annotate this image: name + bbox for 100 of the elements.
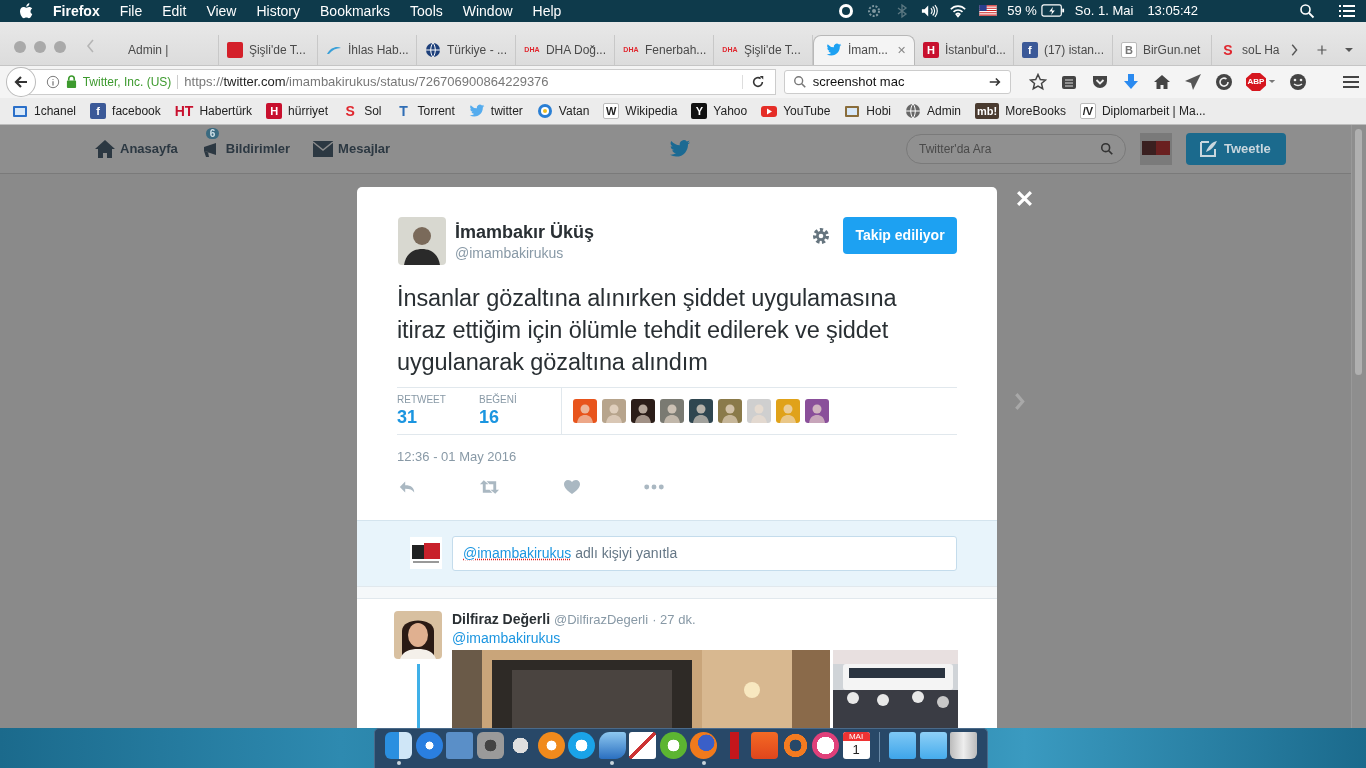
bookmark-item[interactable]: f facebook <box>90 102 161 119</box>
site-logo: f <box>90 102 107 119</box>
app-icon[interactable] <box>568 732 595 759</box>
app-icon[interactable] <box>537 732 565 759</box>
author-name[interactable]: İmambakır Üküş <box>455 221 811 243</box>
caret-icon[interactable] <box>1344 46 1354 53</box>
scrollbar[interactable] <box>1351 124 1366 728</box>
site-identity[interactable]: Twitter, Inc. (US) <box>82 74 179 89</box>
search-field[interactable]: screenshot mac <box>783 69 1011 94</box>
mail-icon <box>312 138 335 159</box>
menu-item[interactable]: Window <box>462 3 513 19</box>
bookmark-item[interactable]: Hobi <box>844 102 891 119</box>
app-icon[interactable] <box>659 732 687 759</box>
face-icon[interactable] <box>837 3 856 19</box>
bookmark-item[interactable]: Y Yahoo <box>691 102 748 119</box>
menu-item[interactable]: Help <box>532 3 562 19</box>
reload-icon[interactable] <box>741 74 765 89</box>
flag-icon[interactable] <box>979 5 998 17</box>
bookmark-item[interactable]: mb! MoreBooks <box>975 102 1066 119</box>
list-icon[interactable] <box>1338 3 1356 19</box>
avatar <box>410 537 442 570</box>
tweet-button[interactable]: Tweetle <box>1186 132 1286 165</box>
back-button[interactable] <box>6 66 36 97</box>
info-icon[interactable] <box>45 74 60 89</box>
browser-tab[interactable]: İmam... ✕ <box>812 34 915 65</box>
app-icon[interactable] <box>919 732 947 759</box>
twitter-search-field[interactable]: Twitter'da Ara <box>906 133 1126 164</box>
volume-icon[interactable] <box>921 3 940 19</box>
menu-item[interactable]: Tools <box>410 3 443 19</box>
send-icon[interactable] <box>1184 72 1202 91</box>
app-icon[interactable] <box>598 732 626 759</box>
avatar[interactable] <box>689 398 713 423</box>
app-icon[interactable] <box>629 732 656 759</box>
menu-item[interactable]: File <box>119 3 143 19</box>
bookmark-item[interactable]: Admin <box>905 102 961 119</box>
settings-icon[interactable] <box>811 225 831 246</box>
author-name[interactable]: Dilfiraz Değerli <box>452 610 551 627</box>
caret-icon[interactable] <box>1268 79 1276 85</box>
reply-field[interactable]: @imambakirukus adlı kişiyi yanıtla <box>452 535 957 571</box>
browser-tab[interactable]: H İstanbul'd... <box>914 34 1014 65</box>
browser-tab[interactable]: Türkiye - ... <box>416 34 516 65</box>
nav-link[interactable]: Mesajlar <box>312 128 391 159</box>
site-logo: S <box>1222 41 1234 58</box>
menu-clock[interactable]: 13:05:42 <box>1147 3 1198 19</box>
search-icon[interactable] <box>1298 3 1316 19</box>
browser-tab[interactable]: Şişli'de T... <box>218 34 318 65</box>
menu-date[interactable]: So. 1. Mai <box>1074 3 1134 19</box>
site-logo: S <box>344 102 356 119</box>
menu-item[interactable]: View <box>206 3 237 19</box>
download-icon[interactable] <box>1122 72 1140 91</box>
site-logo: mb! <box>975 102 1000 119</box>
bookmark-item[interactable]: H hürriyet <box>266 102 329 119</box>
site-logo: T <box>398 102 409 119</box>
avatar[interactable] <box>398 216 446 265</box>
site-logo: f <box>1021 41 1038 58</box>
app-icon[interactable] <box>812 732 839 759</box>
star-icon[interactable] <box>1029 72 1047 91</box>
apple-icon[interactable] <box>19 3 33 19</box>
app-icon[interactable] <box>385 732 412 759</box>
address-bar[interactable]: Twitter, Inc. (US) https://twitter.com/imambakirukus/status/726706900864229376 <box>27 68 776 95</box>
site-logo: H <box>266 102 283 119</box>
browser-tab[interactable]: f (17) istan... <box>1013 34 1113 65</box>
menu-item[interactable]: Bookmarks <box>320 3 391 19</box>
app-icon[interactable] <box>950 732 977 759</box>
bookmark-item[interactable]: twitter <box>468 102 523 119</box>
browser-tab[interactable]: S soL Ha <box>1211 34 1285 65</box>
home-icon <box>94 138 116 159</box>
browser-tab[interactable]: İhlas Hab... <box>317 34 417 65</box>
nav-link[interactable]: 6 Bildirimler <box>199 128 291 159</box>
history-icon[interactable] <box>1215 72 1233 91</box>
browser-tab[interactable]: B BirGun.net <box>1112 34 1212 65</box>
app-icon[interactable] <box>415 732 443 759</box>
bookmark-item[interactable]: HT Habertürk <box>174 102 253 119</box>
bookmark-item[interactable]: Vatan <box>536 102 590 119</box>
home-icon[interactable] <box>1153 72 1171 91</box>
bookmark-item[interactable]: /V Diplomarbeit | Ma... <box>1079 102 1206 119</box>
nav-link[interactable]: Anasayfa <box>94 128 178 159</box>
battery-percent[interactable]: 59 % <box>1007 3 1037 19</box>
wifi-icon[interactable] <box>949 3 968 19</box>
bookmark-item[interactable]: W Wikipedia <box>603 102 678 119</box>
avatar[interactable] <box>631 398 655 423</box>
smiley-icon[interactable] <box>1289 72 1307 91</box>
bookmark-item[interactable]: S Sol <box>342 102 382 119</box>
site-logo: HT <box>174 102 194 119</box>
bookmark-item[interactable]: T Torrent <box>395 102 455 119</box>
menu-item[interactable]: History <box>256 3 301 19</box>
app-menu[interactable]: Firefox <box>53 3 100 19</box>
avatar[interactable] <box>394 610 442 659</box>
close-icon[interactable] <box>1016 189 1033 207</box>
site-logo: /V <box>1079 102 1096 119</box>
url-text: https://twitter.com/imambakirukus/status/726706900864229376 <box>184 74 550 90</box>
site-logo: W <box>603 102 620 119</box>
menu-item[interactable]: Edit <box>162 3 187 19</box>
bookmark-item[interactable]: 1chanel <box>12 102 77 119</box>
compose-icon <box>1198 138 1218 159</box>
calendar-app-icon[interactable]: MAI 1 <box>842 732 870 759</box>
bookmark-item[interactable]: YouTube <box>761 102 831 119</box>
browser-tab[interactable]: Admin | <box>119 34 219 65</box>
battery-icon[interactable] <box>1040 4 1065 18</box>
tweet-text: İnsanlar gözaltına alınırken şiddet uygulamasına itiraz ettiğim için ölümle tehdit edilerek ve şiddet uygulanarak gözaltına alındım <box>397 283 898 377</box>
